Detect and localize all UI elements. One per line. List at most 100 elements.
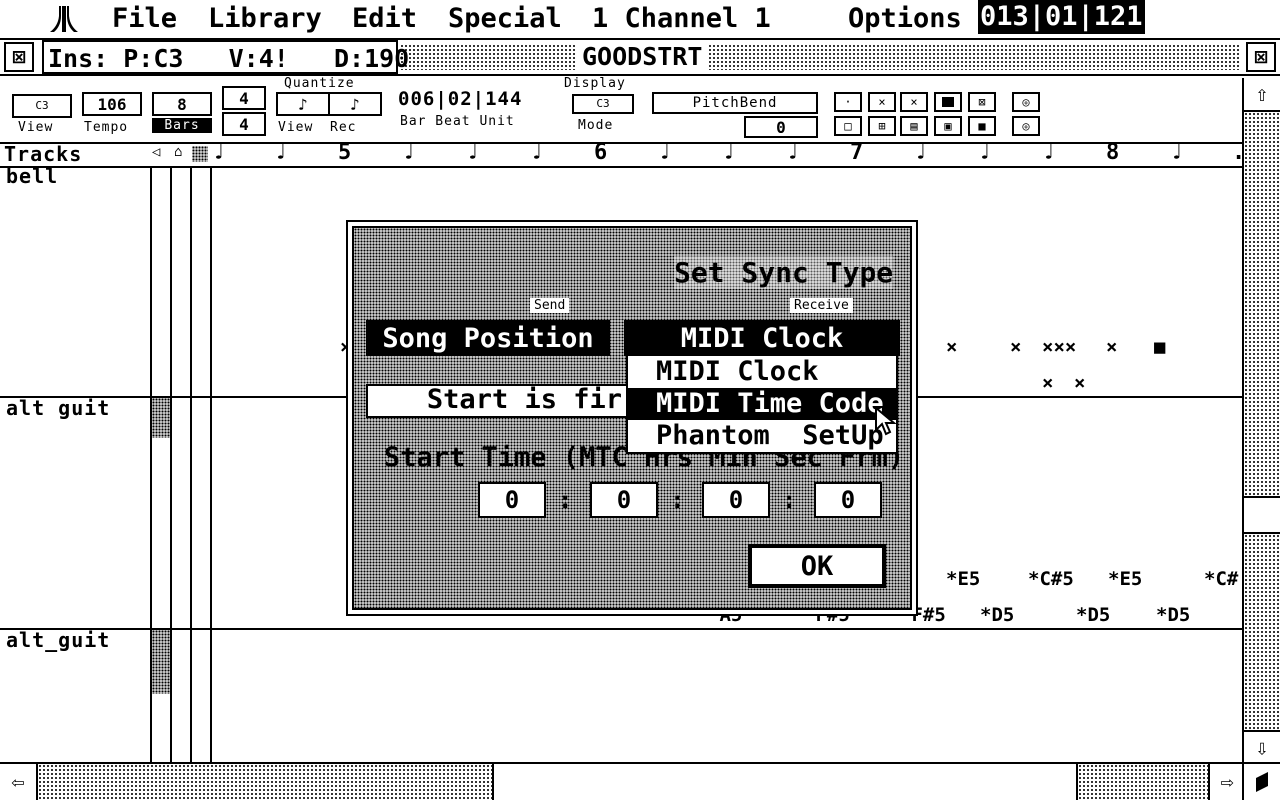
column-divider bbox=[210, 168, 212, 762]
horizontal-scroll-track-right[interactable] bbox=[1078, 764, 1208, 800]
note-event[interactable]: × bbox=[1042, 372, 1053, 394]
beat-note: ♩ bbox=[722, 140, 736, 165]
tool-xbox-icon[interactable]: ⊠ bbox=[968, 92, 996, 112]
tool-empty-icon[interactable]: □ bbox=[834, 116, 862, 136]
display-label: Display bbox=[564, 76, 626, 91]
note-event[interactable]: × bbox=[946, 336, 957, 358]
song-position: 006|02|144 bbox=[398, 88, 523, 110]
tool-solid-icon[interactable]: ■ bbox=[968, 116, 996, 136]
view-selector[interactable]: C3 bbox=[12, 94, 72, 118]
track-name-alt-guit-2[interactable]: alt_guit bbox=[6, 628, 110, 652]
start-time-frames[interactable]: 0 bbox=[814, 482, 882, 518]
toolbar: C3 View 106 Tempo 8 Bars 4 4 Quantize ♪ … bbox=[0, 76, 1244, 144]
note-label[interactable]: *C# bbox=[1204, 568, 1238, 590]
position-labels: Bar Beat Unit bbox=[400, 114, 515, 129]
note-event[interactable]: × bbox=[1106, 336, 1117, 358]
fullscreen-box-icon[interactable]: ⊠ bbox=[1246, 42, 1276, 72]
receive-sync-selector[interactable]: MIDI Clock bbox=[624, 320, 900, 356]
vertical-scroll-thumb[interactable] bbox=[1244, 496, 1280, 534]
menu-bar: File Library Edit Special 1 Channel 1 Op… bbox=[0, 0, 1280, 40]
bar-number: 5 bbox=[338, 140, 352, 165]
atari-logo-icon[interactable] bbox=[48, 4, 80, 34]
scroll-down-arrow-icon[interactable]: ⇩ bbox=[1244, 730, 1280, 764]
bars-label[interactable]: Bars bbox=[152, 118, 212, 133]
beat-note: ♩ bbox=[786, 140, 800, 165]
track-divider bbox=[0, 628, 1244, 630]
horizontal-scroll-thumb[interactable] bbox=[492, 764, 1078, 800]
quantize-rec-note-icon[interactable]: ♪ bbox=[328, 92, 382, 116]
sync-type-dropdown: MIDI Clock MIDI Time Code Phantom SetUp bbox=[626, 354, 898, 454]
send-sync-selector[interactable]: Song Position bbox=[366, 320, 610, 356]
track-name-bell[interactable]: bell bbox=[6, 164, 58, 188]
note-label[interactable]: *D5 bbox=[980, 604, 1014, 626]
note-event[interactable]: ■ bbox=[1154, 336, 1165, 358]
controller-value[interactable]: 0 bbox=[744, 116, 818, 138]
menu-edit[interactable]: Edit bbox=[352, 0, 417, 38]
note-label[interactable]: *C#5 bbox=[1028, 568, 1074, 590]
time-sig-denominator[interactable]: 4 bbox=[222, 112, 266, 136]
start-time-seconds[interactable]: 0 bbox=[702, 482, 770, 518]
title-info: Ins: P:C3 V:4! D:190 bbox=[42, 40, 409, 74]
tool-cross2-icon[interactable]: × bbox=[900, 92, 928, 112]
dropdown-option-midi-time-code[interactable]: MIDI Time Code bbox=[628, 388, 896, 420]
vertical-scroll-track-lower[interactable] bbox=[1244, 534, 1280, 730]
tempo-field[interactable]: 106 bbox=[82, 92, 142, 116]
tool-half2-icon[interactable]: ▣ bbox=[934, 116, 962, 136]
bars-field[interactable]: 8 bbox=[152, 92, 212, 116]
beat-note: ♩ bbox=[212, 140, 226, 165]
start-time-minutes[interactable]: 0 bbox=[590, 482, 658, 518]
controller-name[interactable]: PitchBend bbox=[652, 92, 818, 114]
tool-grid-icon[interactable]: ⊞ bbox=[868, 116, 896, 136]
beat-note: ♩ bbox=[402, 140, 416, 165]
menu-channel[interactable]: 1 Channel 1 bbox=[592, 0, 771, 38]
display-selector[interactable]: C3 bbox=[572, 94, 634, 114]
time-separator: : bbox=[558, 486, 573, 514]
note-label[interactable]: *D5 bbox=[1076, 604, 1110, 626]
note-event[interactable]: × bbox=[1010, 336, 1021, 358]
tool-target-icon[interactable]: ◎ bbox=[1012, 92, 1040, 112]
resize-handle-icon[interactable] bbox=[1242, 764, 1280, 800]
tool-fill-icon[interactable] bbox=[934, 92, 962, 112]
scroll-up-arrow-icon[interactable]: ⇧ bbox=[1244, 78, 1280, 112]
quantize-view-note-icon[interactable]: ♪ bbox=[276, 92, 330, 116]
dropdown-option-midi-clock[interactable]: MIDI Clock bbox=[628, 356, 896, 388]
beat-note: ♩ bbox=[1042, 140, 1056, 165]
quantize-rec-label: Rec bbox=[330, 120, 357, 135]
scroll-left-arrow-icon[interactable]: ⇦ bbox=[0, 764, 38, 800]
horizontal-scrollbar[interactable]: ⇦ ⇨ bbox=[0, 762, 1280, 800]
ok-button[interactable]: OK bbox=[748, 544, 886, 588]
note-event[interactable]: ××× bbox=[1042, 336, 1076, 358]
tool-cross-icon[interactable]: × bbox=[868, 92, 896, 112]
tool-dot-icon[interactable]: · bbox=[834, 92, 862, 112]
note-label[interactable]: *E5 bbox=[1108, 568, 1142, 590]
mouse-cursor-icon bbox=[874, 405, 897, 438]
note-label[interactable]: *E5 bbox=[946, 568, 980, 590]
start-time-hours[interactable]: 0 bbox=[478, 482, 546, 518]
speaker-icon[interactable]: ◁ bbox=[152, 144, 160, 160]
tool-half-icon[interactable]: ▤ bbox=[900, 116, 928, 136]
vertical-scrollbar[interactable]: ⇧ ⇩ bbox=[1242, 78, 1280, 764]
menu-special[interactable]: Special bbox=[448, 0, 562, 38]
start-option[interactable]: Start is fir bbox=[366, 384, 628, 418]
close-box-icon[interactable]: ⊠ bbox=[4, 42, 34, 72]
receive-label: Receive bbox=[790, 298, 853, 313]
menu-file[interactable]: File bbox=[112, 0, 177, 38]
tracks-header: Tracks bbox=[4, 142, 83, 166]
lock-icon[interactable]: ⌂ bbox=[174, 144, 182, 160]
pattern-column-icon[interactable] bbox=[192, 146, 208, 162]
note-event[interactable]: × bbox=[1074, 372, 1085, 394]
bar-number: 8 bbox=[1106, 140, 1120, 165]
window-title: GOODSTRT bbox=[578, 40, 707, 74]
scroll-right-arrow-icon[interactable]: ⇨ bbox=[1208, 764, 1244, 800]
dialog-title: Set Sync Type bbox=[674, 256, 894, 289]
horizontal-scroll-track[interactable] bbox=[38, 764, 492, 800]
menu-library[interactable]: Library bbox=[208, 0, 322, 38]
track-name-alt-guit[interactable]: alt guit bbox=[6, 396, 110, 420]
track-pattern-marker bbox=[152, 398, 170, 438]
dropdown-option-phantom-setup[interactable]: Phantom SetUp bbox=[628, 420, 896, 452]
tool-target2-icon[interactable]: ◎ bbox=[1012, 116, 1040, 136]
menu-options[interactable]: Options bbox=[848, 0, 962, 38]
note-label[interactable]: *D5 bbox=[1156, 604, 1190, 626]
ruler: Tracks ◁ ⌂ ♩ ♩ 5 ♩ ♩ ♩ 6 ♩ ♩ ♩ 7 ♩ ♩ ♩ 8… bbox=[0, 140, 1245, 168]
time-sig-numerator[interactable]: 4 bbox=[222, 86, 266, 110]
